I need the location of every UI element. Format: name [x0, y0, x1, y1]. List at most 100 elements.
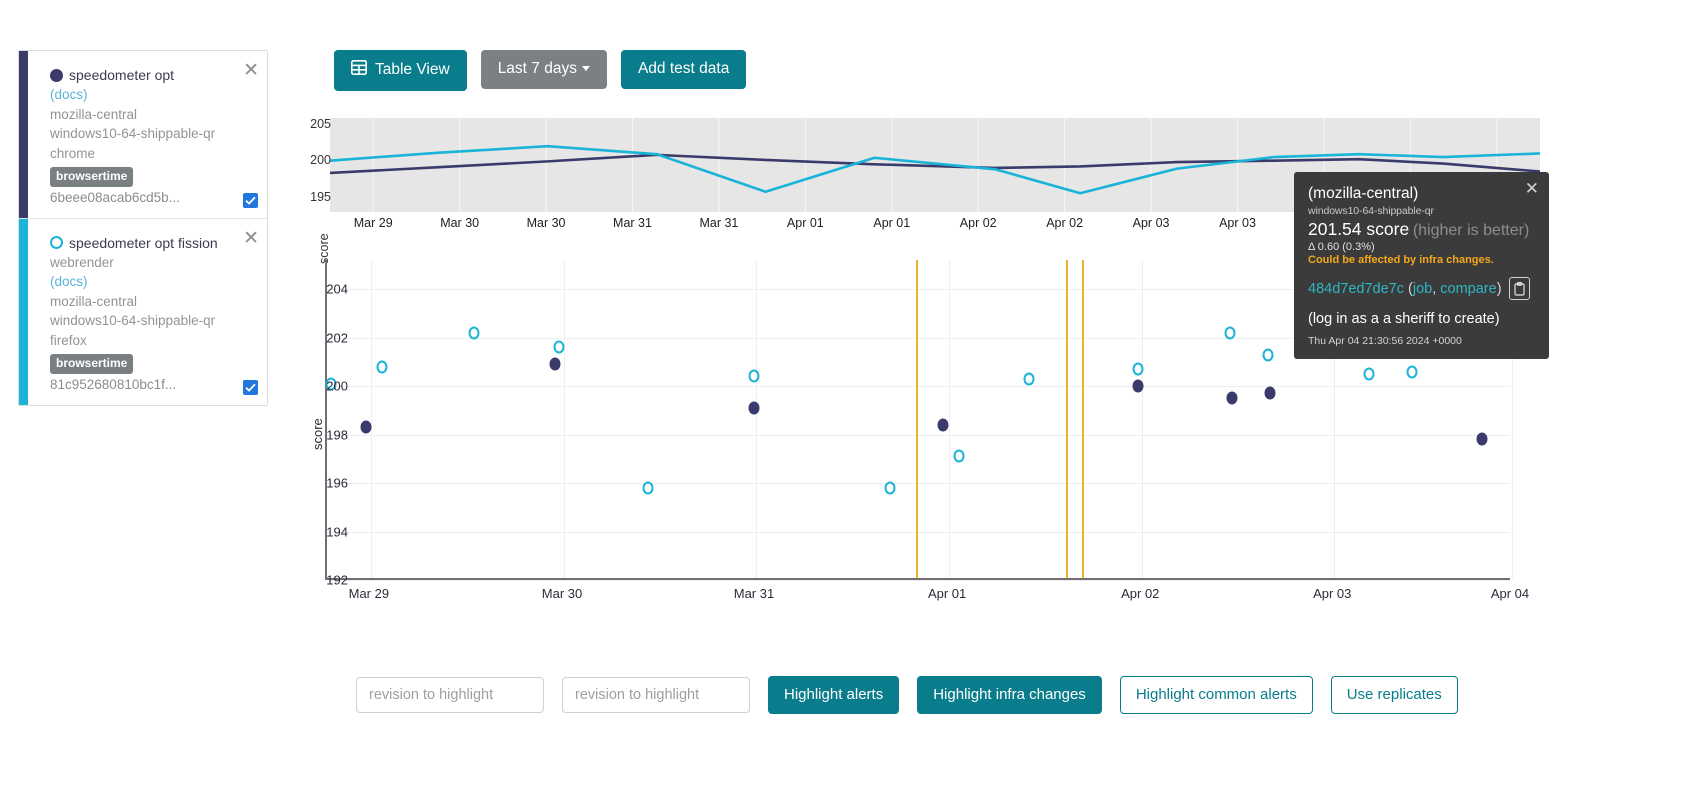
overview-x-tick-label: Apr 02 — [959, 216, 997, 230]
data-point[interactable] — [1224, 326, 1236, 340]
app-root: ✕ speedometer opt (docs) mozilla-central win… — [0, 0, 1683, 793]
revision-to-highlight-input-1[interactable] — [356, 677, 544, 713]
grid-line-vertical — [370, 260, 372, 578]
data-point[interactable] — [1023, 372, 1035, 386]
tooltip-infra-note: Could be affected by infra changes. — [1308, 254, 1494, 266]
data-point[interactable] — [468, 326, 480, 340]
date-range-label: Last 7 days — [497, 60, 577, 77]
overview-x-tick-label: Apr 01 — [873, 216, 911, 230]
grid-line-horizontal — [327, 531, 1510, 533]
tooltip-better-hint: (higher is better) — [1412, 222, 1530, 239]
paren-close: ) — [1496, 280, 1502, 297]
legend-tag-row: browsertime — [50, 164, 259, 188]
legend-meta-line: webrender — [50, 254, 114, 270]
series-legend-panel: ✕ speedometer opt (docs) mozilla-central win… — [18, 50, 268, 406]
data-point[interactable] — [1476, 432, 1488, 446]
revision-link[interactable]: 484d7ed7de7c — [1308, 281, 1404, 297]
data-point[interactable] — [642, 481, 654, 495]
clipboard-icon[interactable] — [1508, 277, 1530, 300]
grid-line-horizontal — [327, 580, 1510, 581]
data-point[interactable] — [360, 420, 372, 434]
data-point[interactable] — [1363, 367, 1375, 381]
legend-meta-line: mozilla-central — [50, 106, 138, 122]
data-point[interactable] — [376, 360, 387, 374]
compare-link[interactable]: compare — [1440, 281, 1496, 297]
tooltip-platform: windows10-64-shippable-qr — [1308, 205, 1434, 217]
y-tick-label: 196 — [326, 475, 348, 491]
infra-change-highlight-line — [915, 260, 918, 578]
legend-card-body: ✕ speedometer opt (docs) mozilla-central win… — [28, 51, 267, 218]
legend-card[interactable]: ✕ speedometer opt fission webrender (docs) m… — [19, 218, 267, 405]
legend-framework-tag: browsertime — [50, 166, 134, 187]
highlight-common-alerts-button[interactable]: Highlight common alerts — [1119, 676, 1313, 714]
close-icon[interactable]: ✕ — [1525, 180, 1539, 197]
data-point[interactable] — [1132, 362, 1144, 376]
overview-x-tick-label: Mar 30 — [440, 216, 480, 230]
overview-x-tick-label: Apr 01 — [786, 216, 824, 230]
overview-y-tick-label: 200 — [310, 153, 331, 168]
highlight-infra-changes-button[interactable]: Highlight infra changes — [917, 676, 1102, 714]
tooltip-delta: Δ 0.60 (0.3%) — [1308, 241, 1375, 253]
data-point[interactable] — [553, 340, 565, 354]
x-tick-label: Mar 31 — [733, 586, 775, 601]
legend-series-title: speedometer opt fission — [69, 234, 218, 251]
y-tick-label: 204 — [326, 281, 348, 297]
x-tick-label: Apr 04 — [1490, 586, 1530, 601]
infra-change-highlight-line — [1066, 260, 1069, 578]
legend-series-title-row: speedometer opt fission — [50, 233, 259, 253]
data-point[interactable] — [1226, 391, 1238, 405]
y-tick-label: 192 — [326, 572, 348, 588]
legend-color-stripe — [19, 51, 28, 218]
legend-revision-hash[interactable]: 6beee08acab6cd5b... — [50, 188, 259, 208]
grid-line-vertical — [1142, 260, 1144, 578]
grid-line-vertical — [949, 260, 951, 578]
legend-card[interactable]: ✕ speedometer opt (docs) mozilla-central win… — [19, 51, 267, 219]
revision-to-highlight-input-2[interactable] — [562, 677, 750, 713]
data-point[interactable] — [549, 357, 561, 371]
tooltip-score: 201.54 score — [1308, 219, 1410, 239]
x-tick-label: Mar 29 — [348, 586, 390, 601]
data-point[interactable] — [937, 418, 949, 432]
data-point[interactable] — [953, 449, 965, 463]
date-range-dropdown[interactable]: Last 7 days — [480, 50, 607, 89]
job-link[interactable]: job — [1413, 281, 1432, 297]
overview-x-tick-label: Apr 03 — [1132, 216, 1170, 230]
grid-line-vertical — [564, 260, 565, 578]
x-tick-label: Mar 30 — [541, 586, 583, 601]
overview-x-tick-label: Apr 02 — [1046, 216, 1084, 230]
grid-line-horizontal — [327, 386, 1510, 388]
legend-visibility-checkbox[interactable] — [243, 192, 258, 208]
legend-tag-row: browsertime — [50, 351, 259, 375]
legend-docs-link[interactable]: (docs) — [50, 85, 259, 105]
table-icon — [351, 60, 367, 81]
overview-x-tick-label: Mar 31 — [699, 216, 739, 230]
data-point[interactable] — [748, 401, 760, 415]
data-point[interactable] — [748, 369, 760, 383]
grid-line-horizontal — [327, 483, 1510, 485]
legend-framework-tag: browsertime — [50, 353, 134, 374]
infra-change-highlight-line — [1081, 260, 1084, 578]
close-icon[interactable]: ✕ — [243, 61, 259, 80]
y-tick-label: 202 — [326, 330, 348, 346]
legend-meta-line: windows10-64-shippable-qr — [50, 126, 216, 142]
use-replicates-button[interactable]: Use replicates — [1330, 676, 1458, 714]
highlight-alerts-button[interactable]: Highlight alerts — [768, 676, 900, 714]
table-view-button[interactable]: Table View — [334, 50, 467, 91]
legend-docs-link[interactable]: (docs) — [50, 272, 259, 292]
tooltip-score-line: 201.54 score (higher is better) — [1308, 219, 1535, 240]
datapoint-tooltip[interactable]: ✕ (mozilla-central) windows10-64-shippab… — [1294, 172, 1549, 359]
data-point[interactable] — [1264, 386, 1276, 400]
chart-controls: Highlight alerts Highlight infra changes… — [356, 676, 1458, 714]
add-test-data-button[interactable]: Add test data — [620, 50, 747, 89]
data-point[interactable] — [1132, 379, 1144, 393]
data-point[interactable] — [1406, 365, 1418, 378]
legend-revision-hash[interactable]: 81c952680810bc1f... — [50, 375, 259, 395]
data-point[interactable] — [1262, 348, 1274, 362]
overview-x-tick-label: Mar 30 — [526, 216, 566, 230]
legend-visibility-checkbox[interactable] — [243, 379, 258, 395]
chevron-down-icon — [581, 66, 590, 72]
tooltip-repo: (mozilla-central) — [1308, 185, 1419, 202]
data-point[interactable] — [884, 481, 896, 495]
overview-x-tick-label: Apr 03 — [1219, 216, 1256, 230]
close-icon[interactable]: ✕ — [243, 229, 259, 248]
